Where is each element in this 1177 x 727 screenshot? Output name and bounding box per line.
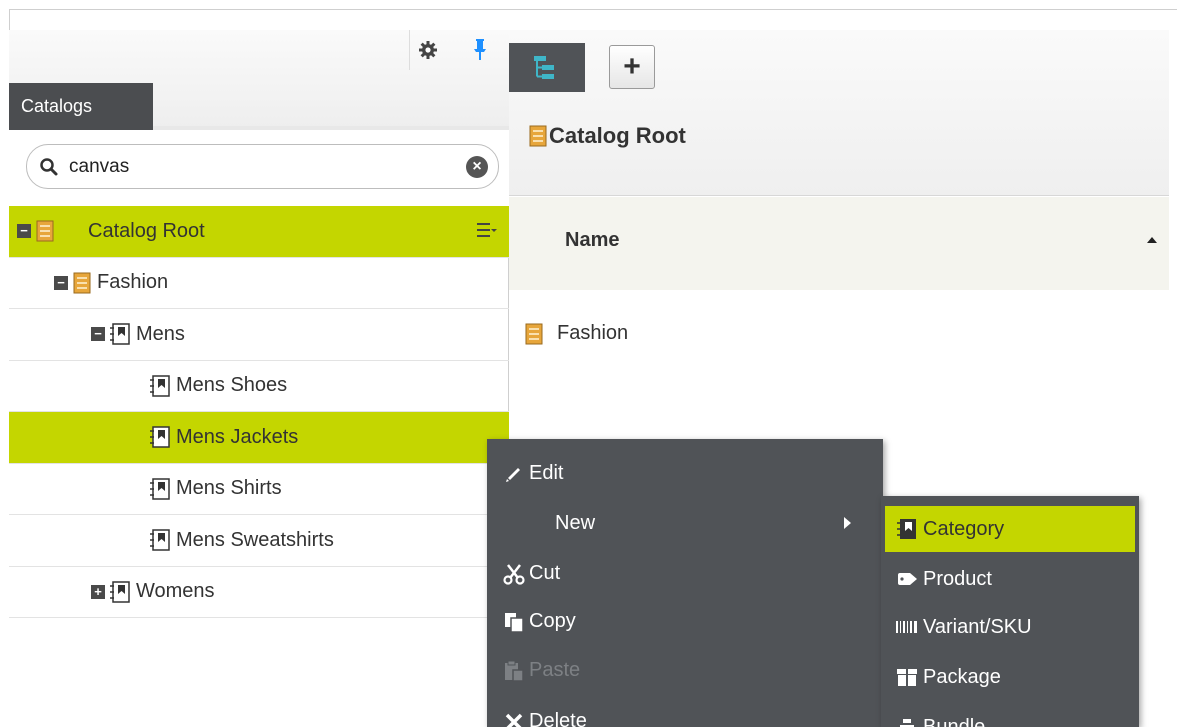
submenu-item-product[interactable]: Product xyxy=(885,556,1135,602)
barcode-icon xyxy=(896,621,917,633)
menu-item-edit[interactable]: Edit xyxy=(487,449,883,498)
catalog-tree: − Catalog Root − Fashion − Mens Mens Sho… xyxy=(9,206,509,618)
tree-row-label: Fashion xyxy=(97,271,169,294)
tree-row-label: Womens xyxy=(136,580,215,603)
package-icon xyxy=(897,669,917,686)
category-icon xyxy=(110,581,130,603)
tree-row-label: Mens Shoes xyxy=(176,374,288,397)
submenu-item-category[interactable]: Category xyxy=(885,506,1135,552)
menu-item-label: Cut xyxy=(529,562,561,584)
page-title-text: Catalog Root xyxy=(549,123,686,148)
menu-item-label: Delete xyxy=(529,710,587,727)
tree-structure-icon xyxy=(534,55,554,79)
tree-row-mens[interactable]: − Mens xyxy=(9,309,509,361)
x-icon xyxy=(505,713,523,727)
collapse-icon[interactable]: − xyxy=(17,224,31,239)
tree-row-label: Mens Sweatshirts xyxy=(176,528,334,551)
tag-icon xyxy=(898,573,917,585)
submenu-item-package[interactable]: Package xyxy=(885,654,1135,700)
grid-header: Name xyxy=(509,197,1169,290)
tree-row-fashion[interactable]: − Fashion xyxy=(9,258,509,309)
menu-item-copy[interactable]: Copy xyxy=(487,597,883,646)
menu-item-new[interactable]: New xyxy=(487,499,883,548)
tree-row-mens-jackets[interactable]: Mens Jackets xyxy=(9,412,509,464)
menu-item-label: Paste xyxy=(529,659,581,681)
category-icon xyxy=(150,529,170,551)
search-area: × xyxy=(9,130,509,206)
category-icon xyxy=(110,323,130,345)
pin-icon xyxy=(474,39,486,60)
content-toolbar: + Catalog Root xyxy=(509,30,1169,196)
gear-icon xyxy=(418,41,437,59)
catalog-icon xyxy=(525,323,543,344)
category-icon xyxy=(150,478,170,500)
bundle-icon xyxy=(900,719,914,727)
search-input[interactable] xyxy=(69,154,449,180)
menu-item-label: Copy xyxy=(529,610,576,632)
catalogs-tab[interactable]: Catalogs xyxy=(9,83,153,130)
column-header-name[interactable]: Name xyxy=(565,229,619,252)
category-icon xyxy=(150,375,170,397)
menu-item-cut[interactable]: Cut xyxy=(487,549,883,598)
catalog-icon xyxy=(529,125,547,147)
tree-row-catalog-root[interactable]: − Catalog Root xyxy=(9,206,509,258)
menu-item-delete[interactable]: Delete xyxy=(487,697,883,727)
row-menu-icon[interactable] xyxy=(477,222,497,238)
settings-button[interactable] xyxy=(409,30,445,70)
catalog-icon xyxy=(73,272,91,294)
tree-row-label: Catalog Root xyxy=(88,219,205,242)
category-icon xyxy=(150,426,170,448)
clear-search-icon[interactable]: × xyxy=(466,156,488,178)
tree-row-mens-shoes[interactable]: Mens Shoes xyxy=(9,361,509,412)
tree-row-label: Mens Shirts xyxy=(176,477,282,500)
menu-item-paste[interactable]: Paste xyxy=(487,646,883,695)
tree-view-button[interactable] xyxy=(509,43,585,92)
collapse-icon[interactable]: − xyxy=(54,275,68,290)
paste-icon xyxy=(505,660,524,682)
submenu-item-bundle[interactable]: Bundle xyxy=(885,704,1135,727)
copy-icon xyxy=(505,612,524,633)
submenu-item-label: Category xyxy=(923,517,1005,540)
pencil-icon xyxy=(506,467,520,482)
search-field: × xyxy=(26,144,499,189)
tree-row-womens[interactable]: + Womens xyxy=(9,567,509,618)
submenu-item-label: Package xyxy=(923,665,1001,688)
navigation-panel-header: Catalogs xyxy=(9,30,509,130)
tree-row-mens-sweatshirts[interactable]: Mens Sweatshirts xyxy=(9,515,509,567)
submenu-item-label: Bundle xyxy=(923,715,986,727)
search-icon xyxy=(40,158,58,176)
tree-row-label: Mens Jackets xyxy=(176,425,299,448)
scissors-icon xyxy=(503,563,525,585)
catalog-navigation-panel: Catalogs × − Catalog Root xyxy=(9,30,509,727)
menu-item-label: Edit xyxy=(529,462,564,484)
tree-row-label: Mens xyxy=(136,322,185,345)
sort-ascending-icon[interactable] xyxy=(1147,237,1157,243)
context-menu: Edit New Cut Copy Paste Delete xyxy=(487,439,883,727)
new-submenu: Category Product Variant/SKU Package Bun… xyxy=(881,496,1139,727)
grid-row[interactable]: Fashion xyxy=(525,322,628,345)
submenu-item-label: Variant/SKU xyxy=(923,615,1032,638)
tree-row-mens-shirts[interactable]: Mens Shirts xyxy=(9,464,509,515)
add-button[interactable]: + xyxy=(609,45,655,89)
menu-item-label: New xyxy=(555,512,596,534)
submenu-item-variant-sku[interactable]: Variant/SKU xyxy=(885,604,1135,650)
page-title: Catalog Root xyxy=(529,123,686,149)
submenu-arrow-icon xyxy=(844,517,851,529)
collapse-icon[interactable]: − xyxy=(91,327,105,342)
expand-icon[interactable]: + xyxy=(91,584,105,599)
pin-button[interactable] xyxy=(462,30,498,70)
category-icon xyxy=(897,519,916,539)
grid-cell-name: Fashion xyxy=(557,322,629,344)
catalog-icon xyxy=(36,220,54,242)
submenu-item-label: Product xyxy=(923,567,992,590)
